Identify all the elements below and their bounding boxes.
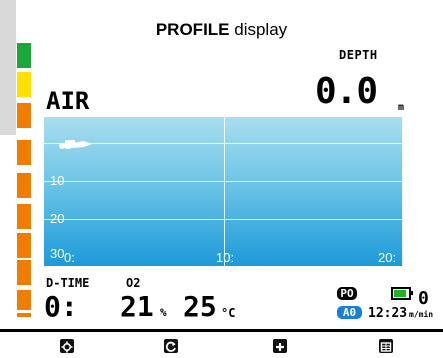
depth-scale-segment (0, 99, 16, 108)
depth-scale-segment (0, 9, 16, 18)
o2-unit: % (160, 306, 167, 319)
depth-value: 0.0 (315, 71, 378, 112)
dive-profile-chart: 10 20 30 0: 10: 20: (44, 117, 403, 266)
temperature-unit: °C (221, 306, 236, 320)
cycle-icon (165, 341, 176, 352)
depth-scale-segment (0, 54, 16, 63)
menu-softkey[interactable] (379, 339, 393, 353)
x-tick-label: 0: (64, 250, 75, 265)
ascent-rate-unit: m/min (409, 310, 434, 319)
caption: PROFILE display (0, 20, 443, 40)
y-tick-label: 10 (50, 173, 65, 188)
depth-scale-segment (0, 63, 16, 72)
gas-label: AIR (46, 87, 90, 115)
menu-icon (380, 342, 392, 352)
depth-scale-segment (0, 45, 16, 54)
grid-line (402, 117, 403, 266)
plus-softkey[interactable] (273, 339, 287, 353)
ascent-segment (17, 233, 31, 258)
ascent-segment (17, 290, 31, 310)
ascent-segment (17, 72, 31, 97)
ascent-segment (17, 103, 31, 128)
caption-bold: PROFILE (155, 20, 230, 39)
depth-scale-segment (0, 90, 16, 99)
gear-softkey[interactable] (60, 339, 74, 353)
ascent-segment (17, 43, 31, 68)
ascent-segment (17, 313, 31, 317)
o2-value: 21 (120, 290, 154, 323)
ascent-segment (17, 140, 31, 165)
x-tick-label: 20: (378, 250, 397, 265)
ascent-segment (17, 260, 31, 285)
gear-icon (61, 341, 73, 353)
depth-label: DEPTH (339, 48, 378, 62)
depth-scale-segment (0, 108, 16, 117)
x-tick-label: 10: (216, 250, 235, 265)
clock-time: 12:23 (368, 306, 408, 321)
softkey-divider (0, 329, 443, 332)
ascent-segment (17, 173, 31, 198)
temperature-value: 25 (183, 290, 217, 323)
battery-tip (411, 291, 413, 295)
ao-badge: A0 (337, 306, 362, 319)
depth-scale-segment (0, 117, 16, 126)
depth-unit: m (398, 102, 405, 113)
ascent-rate-value: 0 (418, 288, 429, 309)
depth-scale-segment (0, 81, 16, 90)
plus-icon (276, 343, 284, 351)
cycle-softkey[interactable] (164, 339, 178, 353)
dive-time-label: D-TIME (46, 276, 90, 290)
y-tick-label: 30 (50, 246, 65, 261)
depth-scale-segment (0, 126, 16, 135)
battery-level (394, 290, 406, 297)
dive-time-value: 0: (44, 290, 78, 323)
o2-label: O2 (126, 276, 141, 290)
y-tick-label: 20 (50, 211, 65, 226)
depth-scale-segment (0, 72, 16, 81)
po-badge: PO (337, 287, 357, 300)
battery-icon (391, 287, 411, 300)
ascent-segment (17, 204, 31, 229)
diver-icon (59, 140, 92, 149)
grid-line (224, 117, 225, 266)
caption-rest: display (229, 20, 288, 39)
depth-scale-segment (0, 0, 16, 9)
